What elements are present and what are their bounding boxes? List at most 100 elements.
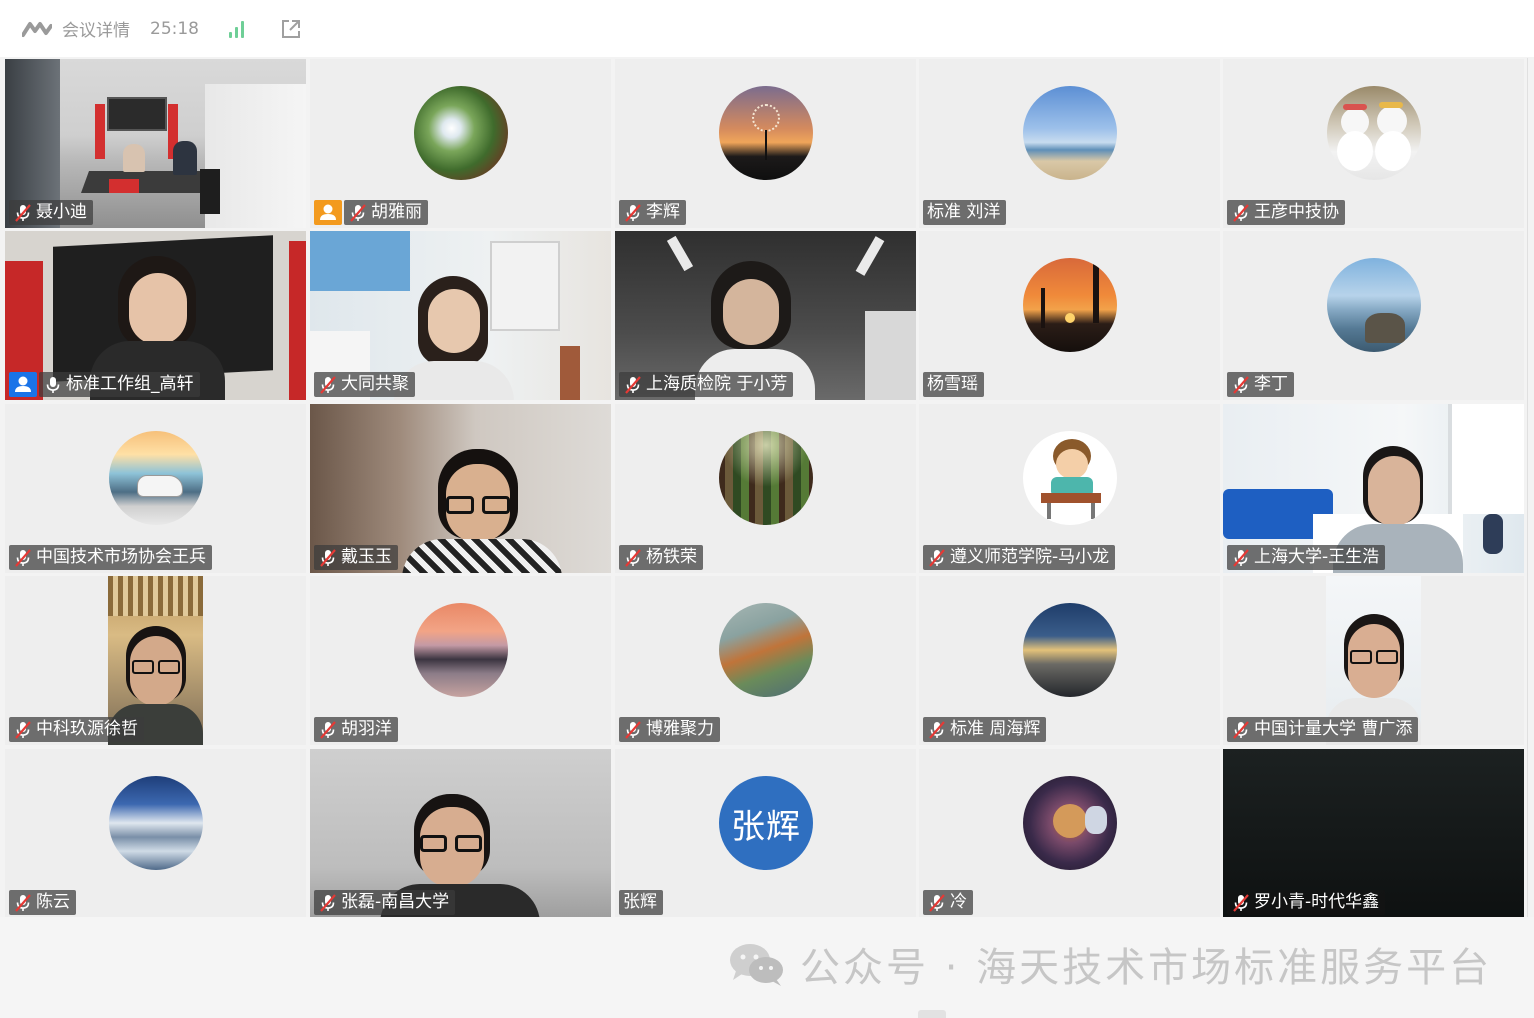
wechat-watermark: 公众号 · 海天技术市场标准服务平台 (728, 935, 1492, 993)
participant-tile[interactable]: 李辉 (615, 59, 916, 228)
participant-name: 张磊-南昌大学 (341, 892, 450, 912)
participant-tile[interactable]: 中科玖源徐哲 (5, 576, 306, 745)
avatar (1023, 603, 1117, 697)
mic-muted-icon (348, 203, 368, 223)
participant-name: 杨铁荣 (646, 547, 697, 567)
avatar (414, 603, 508, 697)
participant-name: 大同共聚 (341, 374, 409, 394)
participant-name-tag: 李辉 (619, 200, 686, 225)
participant-tile[interactable]: 戴玉玉 (310, 404, 611, 573)
avatar (1023, 258, 1117, 352)
avatar (109, 431, 203, 525)
avatar-initials: 张辉 (731, 806, 801, 847)
meeting-details-link[interactable]: 会议详情 (62, 16, 130, 41)
participant-name-tag: 戴玉玉 (314, 545, 398, 570)
app-logo-icon (22, 21, 52, 37)
participant-tile[interactable]: 上海大学-王生浩 (1223, 404, 1524, 573)
participant-name-tag: 标准工作组_高轩 (39, 372, 200, 397)
mic-muted-icon (13, 893, 33, 913)
mic-muted-icon (1231, 203, 1251, 223)
participant-tile[interactable]: 标准 周海辉 (919, 576, 1220, 745)
mic-muted-icon (1231, 893, 1251, 913)
participant-tile[interactable]: 大同共聚 (310, 231, 611, 400)
participant-tile[interactable]: 中国计量大学 曹广添 (1223, 576, 1524, 745)
participant-name: 戴玉玉 (341, 547, 392, 567)
participant-name-tag: 胡羽洋 (314, 717, 398, 742)
mic-muted-icon (13, 203, 33, 223)
participant-tile[interactable]: 聂小迪 (5, 59, 306, 228)
participant-tile[interactable]: 张辉 张辉 (615, 749, 916, 918)
participant-name: 上海质检院 于小芳 (646, 374, 788, 394)
mic-muted-icon (318, 548, 338, 568)
participant-name: 中科玖源徐哲 (36, 719, 138, 739)
participant-name-tag: 罗小青-时代华鑫 (1227, 890, 1386, 915)
participant-name: 冷 (950, 892, 967, 912)
participant-tile[interactable]: 遵义师范学院-马小龙 (919, 404, 1220, 573)
participant-name-tag: 冷 (923, 890, 973, 915)
participant-name-tag: 标准 周海辉 (923, 717, 1047, 742)
avatar (719, 603, 813, 697)
mic-muted-icon (927, 548, 947, 568)
participant-name-tag: 杨铁荣 (619, 545, 703, 570)
meeting-top-bar: 会议详情 25:18 (0, 0, 1534, 57)
participant-name-tag: 中国技术市场协会王兵 (9, 545, 212, 570)
participant-tile[interactable]: 冷 (919, 749, 1220, 918)
participant-name-tag: 上海质检院 于小芳 (619, 372, 794, 397)
participant-name: 标准 周海辉 (950, 719, 1041, 739)
avatar (719, 431, 813, 525)
participant-tile[interactable]: 标准 刘洋 (919, 59, 1220, 228)
scroll-handle[interactable] (918, 1010, 946, 1018)
participant-tile[interactable]: 杨铁荣 (615, 404, 916, 573)
participant-video-grid: 聂小迪 胡雅丽 李辉 标准 刘洋 王彦中技协 标准工作组_高轩 大同共聚 上海质… (5, 59, 1525, 918)
participant-name: 聂小迪 (36, 202, 87, 222)
participant-tile[interactable]: 上海质检院 于小芳 (615, 231, 916, 400)
cohost-badge-icon (9, 372, 37, 397)
host-badge-icon (314, 200, 342, 225)
avatar (1023, 431, 1117, 525)
share-icon[interactable] (280, 18, 302, 40)
text-avatar: 张辉 (719, 776, 813, 870)
participant-name: 胡羽洋 (341, 719, 392, 739)
mic-muted-icon (318, 720, 338, 740)
participant-tile[interactable]: 胡羽洋 (310, 576, 611, 745)
mic-muted-icon (623, 203, 643, 223)
avatar (1327, 258, 1421, 352)
mic-muted-icon (927, 893, 947, 913)
participant-tile[interactable]: 中国技术市场协会王兵 (5, 404, 306, 573)
meeting-timer: 25:18 (150, 18, 199, 39)
participant-tile[interactable]: 杨雪瑶 (919, 231, 1220, 400)
participant-name: 中国计量大学 曹广添 (1254, 719, 1413, 739)
avatar (1023, 86, 1117, 180)
participant-tile[interactable]: 罗小青-时代华鑫 (1223, 749, 1524, 918)
avatar (719, 86, 813, 180)
network-signal-icon[interactable] (229, 20, 244, 38)
participant-tile[interactable]: 李丁 (1223, 231, 1524, 400)
participant-tile[interactable]: 王彦中技协 (1223, 59, 1524, 228)
participant-name-tag: 张磊-南昌大学 (314, 890, 456, 915)
participant-name: 李丁 (1254, 374, 1288, 394)
participant-name-tag: 大同共聚 (314, 372, 415, 397)
participant-name-tag: 王彦中技协 (1227, 200, 1345, 225)
participant-name-tag: 博雅聚力 (619, 717, 720, 742)
participant-name-tag: 遵义师范学院-马小龙 (923, 545, 1116, 570)
participant-tile[interactable]: 博雅聚力 (615, 576, 916, 745)
participant-name-tag: 中科玖源徐哲 (9, 717, 144, 742)
participant-name: 胡雅丽 (371, 202, 422, 222)
watermark-text: 公众号 · 海天技术市场标准服务平台 (800, 945, 1493, 991)
mic-muted-icon (1231, 548, 1251, 568)
mic-muted-icon (927, 720, 947, 740)
participant-tile[interactable]: 张磊-南昌大学 (310, 749, 611, 918)
participant-name-tag: 张辉 (619, 890, 663, 915)
participant-tile[interactable]: 陈云 (5, 749, 306, 918)
mic-muted-icon (318, 893, 338, 913)
participant-name: 李辉 (646, 202, 680, 222)
mic-on-icon (43, 375, 63, 395)
mic-muted-icon (1231, 375, 1251, 395)
participant-tile[interactable]: 标准工作组_高轩 (5, 231, 306, 400)
mic-muted-icon (13, 548, 33, 568)
participant-name: 标准工作组_高轩 (66, 374, 194, 394)
participant-tile[interactable]: 胡雅丽 (310, 59, 611, 228)
avatar (1327, 86, 1421, 180)
participant-name-tag: 上海大学-王生浩 (1227, 545, 1386, 570)
mic-muted-icon (623, 375, 643, 395)
